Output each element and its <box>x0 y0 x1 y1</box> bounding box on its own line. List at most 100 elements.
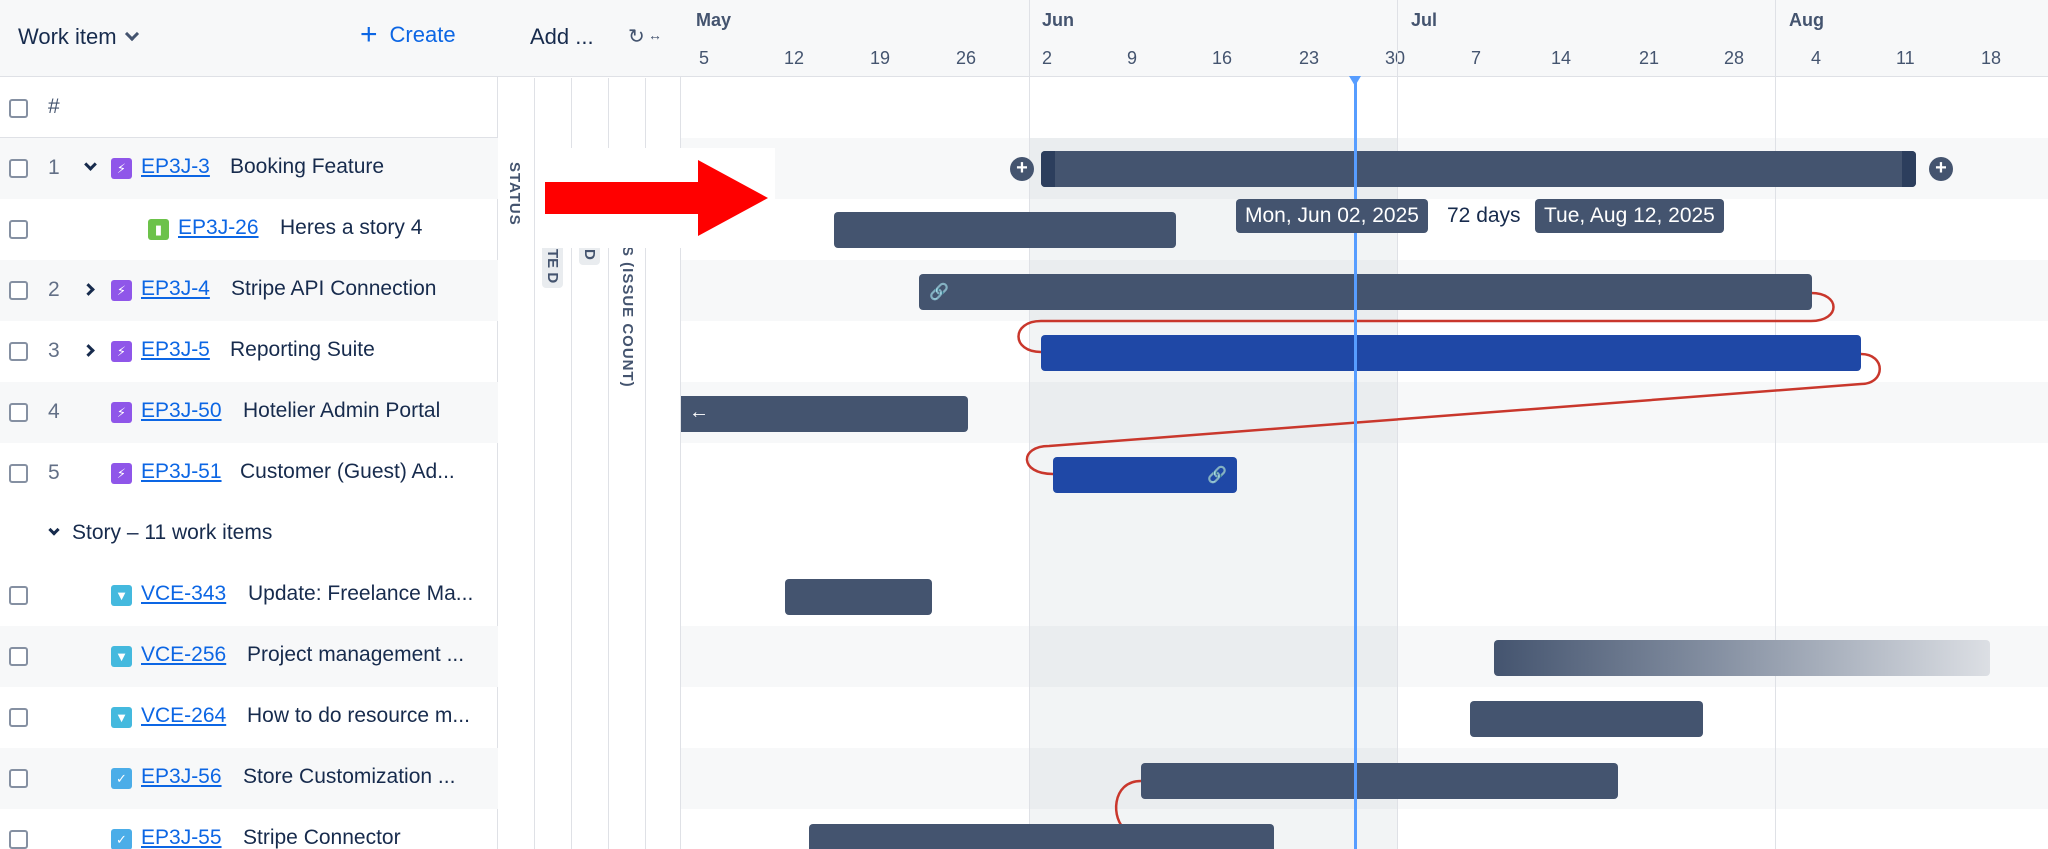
list-item[interactable]: 3 ⚡ EP3J-5 Reporting Suite <box>0 321 498 382</box>
work-item-title[interactable]: How to do resource m... <box>247 704 470 728</box>
refresh-icon[interactable]: ↻ <box>628 24 645 49</box>
chevron-right-icon[interactable] <box>82 283 95 296</box>
timeline-bar[interactable] <box>809 824 1274 849</box>
work-item-title[interactable]: Customer (Guest) Ad... <box>240 460 455 484</box>
work-item-key[interactable]: EP3J-4 <box>141 277 210 301</box>
status-column-header[interactable]: STATUS <box>506 162 523 226</box>
epic-icon: ⚡ <box>111 280 132 301</box>
work-item-title[interactable]: Stripe Connector <box>243 826 401 849</box>
row-checkbox[interactable] <box>9 647 28 666</box>
tooltip-end-date: Tue, Aug 12, 2025 <box>1535 199 1724 233</box>
issue-count-column-header[interactable]: S (ISSUE COUNT) <box>619 246 636 388</box>
plus-icon: + <box>360 18 378 51</box>
row-checkbox[interactable] <box>9 220 28 239</box>
row-checkbox[interactable] <box>9 403 28 422</box>
chevron-down-icon[interactable] <box>84 158 97 171</box>
timeline-bar[interactable] <box>1470 701 1703 737</box>
epic-icon: ⚡ <box>111 463 132 484</box>
feature-icon: ▼ <box>111 646 132 667</box>
list-item[interactable]: 1 ⚡ EP3J-3 Booking Feature <box>0 138 498 199</box>
work-item-title[interactable]: Store Customization ... <box>243 765 455 789</box>
timeline-bar[interactable] <box>1141 763 1618 799</box>
fields-header: Add ... ↻ ↔ <box>498 0 681 77</box>
today-marker-line <box>1354 78 1357 849</box>
work-item-key[interactable]: VCE-264 <box>141 704 226 728</box>
task-icon: ✓ <box>111 768 132 789</box>
row-checkbox[interactable] <box>9 586 28 605</box>
work-item-key[interactable]: EP3J-56 <box>141 765 222 789</box>
work-item-key[interactable]: EP3J-5 <box>141 338 210 362</box>
work-item-title[interactable]: Booking Feature <box>230 155 384 179</box>
work-item-title[interactable]: Project management ... <box>247 643 464 667</box>
list-item[interactable]: ▼ VCE-343 Update: Freelance Ma... <box>0 565 498 626</box>
feature-icon: ▼ <box>111 585 132 606</box>
list-item[interactable]: ▼ VCE-256 Project management ... <box>0 626 498 687</box>
work-item-key[interactable]: EP3J-3 <box>141 155 210 179</box>
row-checkbox[interactable] <box>9 159 28 178</box>
work-item-key[interactable]: EP3J-51 <box>141 460 222 484</box>
timeline-bar[interactable] <box>834 212 1176 248</box>
today-marker-icon <box>1349 76 1361 86</box>
group-header[interactable]: Story – 11 work items <box>0 504 498 565</box>
timeline: May Jun Jul Aug 5 12 19 26 2 9 16 23 30 … <box>681 0 2048 849</box>
work-item-dropdown-label: Work item <box>18 24 117 49</box>
timeline-bar[interactable]: 🔗 <box>919 274 1812 310</box>
column-header-row: # <box>0 78 498 138</box>
row-checkbox[interactable] <box>9 342 28 361</box>
arrow-left-icon[interactable]: ← <box>689 401 709 424</box>
timeline-bar[interactable] <box>785 579 932 615</box>
work-item-title[interactable]: Update: Freelance Ma... <box>248 582 473 606</box>
row-checkbox[interactable] <box>9 464 28 483</box>
timeline-bar-selected[interactable] <box>1041 151 1916 187</box>
list-item[interactable]: ✓ EP3J-56 Store Customization ... <box>0 748 498 809</box>
dependency-line <box>1025 352 1881 476</box>
list-item[interactable]: 4 ⚡ EP3J-50 Hotelier Admin Portal <box>0 382 498 443</box>
select-all-checkbox[interactable] <box>9 99 28 118</box>
task-icon: ✓ <box>111 829 132 849</box>
list-item[interactable]: ▮ EP3J-26 Heres a story 4 <box>0 199 498 260</box>
row-number: 5 <box>48 461 60 484</box>
timeline-bar[interactable]: 🔗 <box>1053 457 1237 493</box>
row-number: 4 <box>48 400 60 423</box>
work-item-key[interactable]: VCE-256 <box>141 643 226 667</box>
resize-handle-end[interactable] <box>1902 151 1916 187</box>
work-item-list: Work item + Create # 1 ⚡ EP3J-3 Booking … <box>0 0 498 849</box>
key-column-header: # <box>48 95 60 118</box>
work-item-key[interactable]: EP3J-50 <box>141 399 222 423</box>
field-column-header[interactable]: TE D <box>542 244 563 289</box>
timeline-bar-offscreen[interactable]: ← <box>681 396 968 432</box>
tooltip-duration: 72 days <box>1438 199 1530 233</box>
work-item-dropdown[interactable]: Work item <box>18 24 139 50</box>
work-item-key[interactable]: EP3J-55 <box>141 826 222 849</box>
add-end-date-icon[interactable]: + <box>1929 157 1953 181</box>
status-column[interactable]: STATUS <box>498 78 535 849</box>
work-item-key[interactable]: VCE-343 <box>141 582 226 606</box>
create-button[interactable]: + Create <box>360 18 456 51</box>
list-item[interactable]: ✓ EP3J-55 Stripe Connector <box>0 809 498 849</box>
work-item-title[interactable]: Hotelier Admin Portal <box>243 399 440 423</box>
work-item-title[interactable]: Reporting Suite <box>230 338 375 362</box>
list-item[interactable]: 5 ⚡ EP3J-51 Customer (Guest) Ad... <box>0 443 498 504</box>
timeline-bar-no-end-date[interactable] <box>1494 640 1990 676</box>
row-checkbox[interactable] <box>9 769 28 788</box>
epic-icon: ⚡ <box>111 158 132 179</box>
add-start-date-icon[interactable]: + <box>1010 157 1034 181</box>
link-icon: 🔗 <box>1207 467 1227 484</box>
chevron-down-icon <box>48 524 60 536</box>
row-checkbox[interactable] <box>9 708 28 727</box>
story-group-toggle[interactable]: Story – 11 work items <box>48 521 272 545</box>
resize-handle-start[interactable] <box>1041 151 1055 187</box>
work-item-title[interactable]: Stripe API Connection <box>231 277 436 301</box>
chevron-down-icon <box>124 26 139 42</box>
work-item-key[interactable]: EP3J-26 <box>178 216 259 240</box>
timeline-bar[interactable] <box>1041 335 1861 371</box>
link-icon: 🔗 <box>929 284 949 301</box>
row-checkbox[interactable] <box>9 281 28 300</box>
add-field-button[interactable]: Add ... <box>530 24 594 50</box>
collapse-columns-icon[interactable]: ↔ <box>648 27 662 43</box>
list-item[interactable]: 2 ⚡ EP3J-4 Stripe API Connection <box>0 260 498 321</box>
chevron-right-icon[interactable] <box>82 344 95 357</box>
list-item[interactable]: ▼ VCE-264 How to do resource m... <box>0 687 498 748</box>
work-item-title[interactable]: Heres a story 4 <box>280 216 422 240</box>
row-checkbox[interactable] <box>9 830 28 849</box>
